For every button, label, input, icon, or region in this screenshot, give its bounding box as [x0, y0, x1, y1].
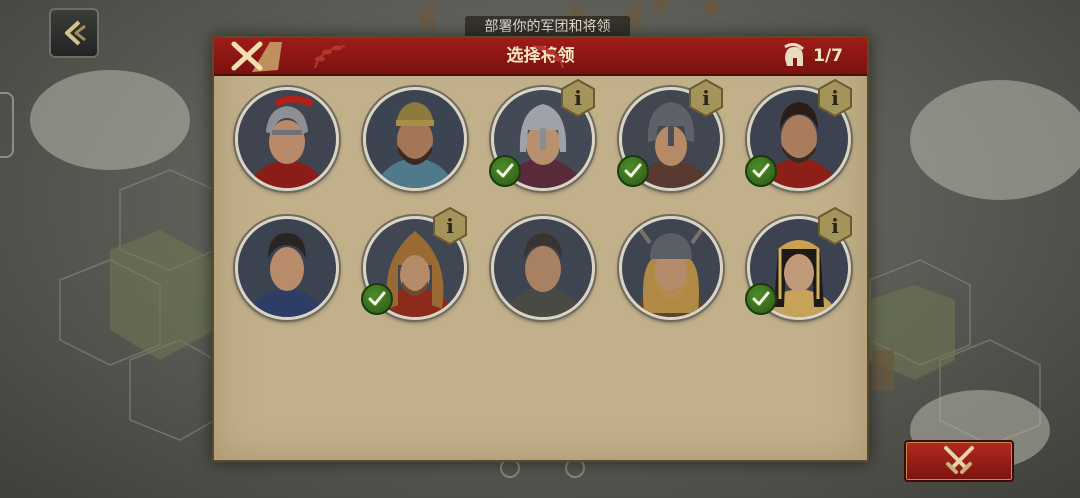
info-icon[interactable]: i — [561, 79, 595, 117]
commander-count-text: 1/7 — [813, 46, 843, 66]
svg-text:i: i — [831, 86, 839, 110]
commander-portrait-1[interactable] — [235, 87, 339, 191]
svg-text:i: i — [574, 86, 582, 110]
commander-portrait-2[interactable] — [363, 87, 467, 191]
start-battle-button[interactable] — [904, 440, 1014, 482]
back-arrow-icon — [65, 20, 86, 46]
commander-portrait-9[interactable] — [619, 216, 723, 320]
check-icon — [752, 163, 770, 178]
info-icon[interactable]: i — [689, 79, 723, 117]
deploy-hint-banner: 部署你的军团和将领 — [465, 16, 630, 38]
check-icon — [496, 163, 514, 178]
info-icon[interactable]: i — [818, 79, 852, 117]
map-markers — [500, 462, 585, 478]
commander-portrait-6[interactable] — [235, 216, 339, 320]
info-icon[interactable]: i — [818, 207, 852, 245]
commander-portrait-8[interactable] — [491, 216, 595, 320]
svg-text:i: i — [446, 214, 454, 238]
back-button[interactable] — [49, 8, 99, 58]
dialog-header: 选择将领 1/7 — [214, 38, 867, 76]
crossed-swords-icon — [944, 446, 974, 474]
commander-counter: 1/7 — [781, 38, 843, 74]
info-icon[interactable]: i — [433, 207, 467, 245]
svg-text:i: i — [831, 214, 839, 238]
check-icon — [624, 163, 642, 178]
laurel-right-icon — [532, 45, 564, 69]
svg-text:i: i — [702, 86, 710, 110]
selected-check-badge — [745, 283, 777, 315]
selected-check-badge — [361, 283, 393, 315]
selected-check-badge — [489, 155, 521, 187]
side-panel-tab[interactable] — [0, 92, 14, 158]
selected-check-badge — [745, 155, 777, 187]
check-icon — [752, 291, 770, 306]
spartan-helmet-icon — [784, 43, 805, 66]
check-icon — [368, 291, 386, 306]
selected-check-badge — [617, 155, 649, 187]
